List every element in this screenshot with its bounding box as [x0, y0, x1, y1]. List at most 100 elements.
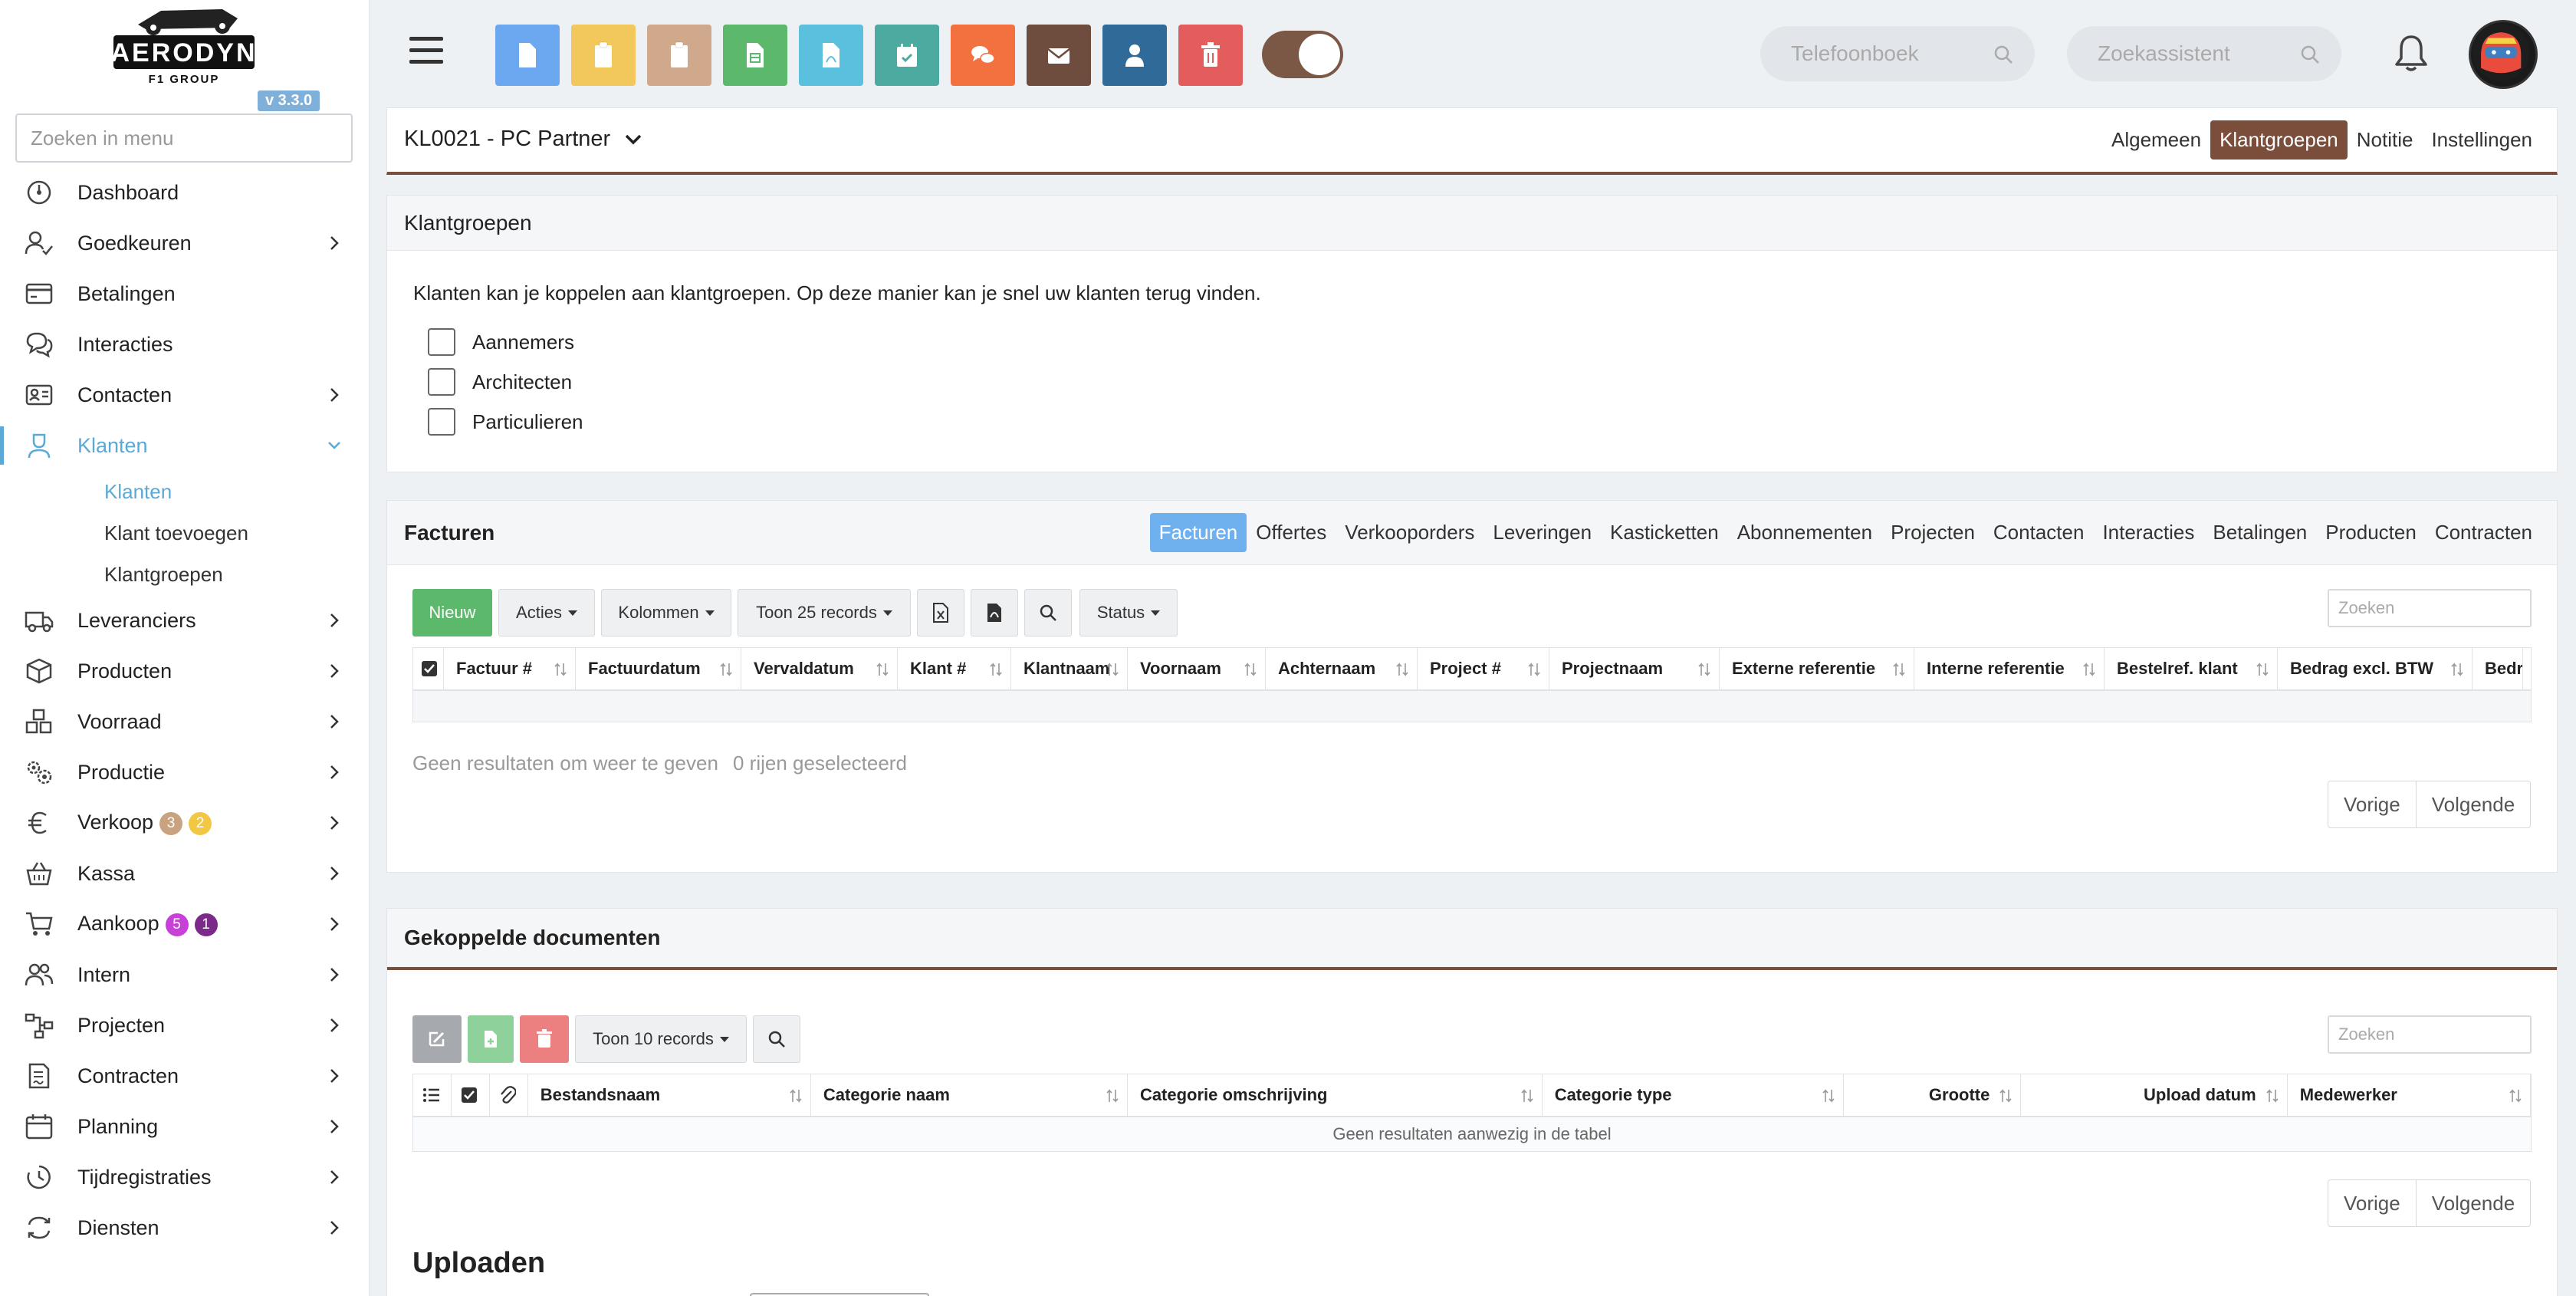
- export-pdf-button[interactable]: [971, 589, 1018, 636]
- next-page-button[interactable]: Volgende: [2417, 1180, 2530, 1226]
- sidebar-item-projecten[interactable]: Projecten: [0, 1000, 370, 1051]
- sort-icon[interactable]: [719, 662, 733, 677]
- column-header[interactable]: Vervaldatum: [741, 648, 898, 689]
- sort-icon[interactable]: [876, 662, 889, 677]
- group-option-architecten[interactable]: Architecten: [428, 368, 572, 396]
- column-header[interactable]: Projectnaam: [1549, 648, 1720, 689]
- prev-page-button[interactable]: Vorige: [2328, 781, 2417, 827]
- sidebar-item-tijdregistraties[interactable]: Tijdregistraties: [0, 1152, 370, 1202]
- clipboard-yellow-button[interactable]: [571, 25, 636, 86]
- column-header[interactable]: Categorie type: [1543, 1074, 1844, 1116]
- column-header[interactable]: Klantnaam: [1011, 648, 1128, 689]
- tab-verkooporders[interactable]: Verkooporders: [1336, 513, 1484, 552]
- table-search-button[interactable]: [1024, 589, 1072, 636]
- sort-icon[interactable]: [554, 662, 567, 677]
- column-header[interactable]: Factuurdatum: [576, 648, 741, 689]
- export-excel-button[interactable]: [917, 589, 964, 636]
- column-header[interactable]: Project #: [1418, 648, 1549, 689]
- sort-icon[interactable]: [2082, 662, 2096, 677]
- sidebar-item-interacties[interactable]: Interacties: [0, 319, 370, 370]
- customer-title[interactable]: KL0021 - PC Partner: [404, 127, 642, 152]
- select-all-checkbox[interactable]: [413, 648, 444, 689]
- group-checkbox[interactable]: [428, 408, 455, 436]
- column-header[interactable]: Categorie omschrijving: [1128, 1074, 1543, 1116]
- sort-icon[interactable]: [1697, 662, 1711, 677]
- facturen-search-input[interactable]: Zoeken: [2328, 589, 2532, 627]
- tab-contacten[interactable]: Contacten: [1984, 513, 2094, 552]
- documenten-search-input[interactable]: Zoeken: [2328, 1015, 2532, 1054]
- tab-abonnementen[interactable]: Abonnementen: [1728, 513, 1881, 552]
- column-header[interactable]: Externe referentie: [1720, 648, 1914, 689]
- column-header[interactable]: Bedr: [2472, 648, 2523, 689]
- next-page-button[interactable]: Volgende: [2417, 781, 2530, 827]
- column-header[interactable]: Klant #: [898, 648, 1011, 689]
- aerodyn-logo[interactable]: AERODYN F1 GROUP: [107, 2, 261, 87]
- tab-klantgroepen[interactable]: Klantgroepen: [2210, 120, 2348, 160]
- delete-document-button[interactable]: [520, 1015, 569, 1063]
- sidebar-subitem-klanten[interactable]: Klanten: [0, 471, 370, 512]
- sort-icon[interactable]: [2450, 662, 2464, 677]
- tab-interacties[interactable]: Interacties: [2093, 513, 2203, 552]
- tab-facturen[interactable]: Facturen: [1149, 513, 1247, 552]
- sidebar-subitem-klant-toevoegen[interactable]: Klant toevoegen: [0, 512, 370, 554]
- upload-dropzone[interactable]: [750, 1293, 929, 1296]
- show-records-dropdown[interactable]: Toon 25 records: [738, 589, 911, 636]
- sidebar-subitem-klantgroepen[interactable]: Klantgroepen: [0, 554, 370, 595]
- column-header[interactable]: Bestelref. klant: [2104, 648, 2278, 689]
- phonebook-search[interactable]: Telefoonboek: [1760, 26, 2035, 81]
- sidebar-item-diensten[interactable]: Diensten: [0, 1202, 370, 1253]
- documents-search-button[interactable]: [753, 1015, 800, 1063]
- sort-icon[interactable]: [2266, 1088, 2279, 1104]
- chevron-down-icon[interactable]: [624, 133, 642, 146]
- sidebar-item-planning[interactable]: Planning: [0, 1101, 370, 1152]
- columns-dropdown[interactable]: Kolommen: [601, 589, 731, 636]
- new-invoice-button[interactable]: Nieuw: [412, 589, 492, 636]
- hamburger-menu-icon[interactable]: [409, 37, 443, 67]
- column-header[interactable]: Medewerker: [2288, 1074, 2531, 1116]
- edit-document-button[interactable]: [412, 1015, 462, 1063]
- column-header[interactable]: Achternaam: [1266, 648, 1418, 689]
- sort-icon[interactable]: [1527, 662, 1541, 677]
- menu-search-input[interactable]: Zoeken in menu: [15, 113, 353, 163]
- tab-leveringen[interactable]: Leveringen: [1484, 513, 1601, 552]
- paperclip-icon[interactable]: [490, 1074, 528, 1116]
- sidebar-item-goedkeuren[interactable]: Goedkeuren: [0, 218, 370, 268]
- tab-contracten[interactable]: Contracten: [2426, 513, 2542, 552]
- tab-kasticketten[interactable]: Kasticketten: [1601, 513, 1728, 552]
- select-all-checkbox[interactable]: [452, 1074, 490, 1116]
- sidebar-item-contracten[interactable]: Contracten: [0, 1051, 370, 1101]
- spreadsheet-button[interactable]: [723, 25, 787, 86]
- sort-icon[interactable]: [1106, 662, 1119, 677]
- column-toggle-icon[interactable]: [413, 1074, 452, 1116]
- tab-instellingen[interactable]: Instellingen: [2422, 120, 2542, 160]
- sort-icon[interactable]: [1395, 662, 1409, 677]
- new-document-button[interactable]: [495, 25, 560, 86]
- column-header[interactable]: Factuur #: [444, 648, 576, 689]
- status-dropdown[interactable]: Status: [1079, 589, 1178, 636]
- group-option-particulieren[interactable]: Particulieren: [428, 408, 583, 436]
- sort-icon[interactable]: [789, 1088, 803, 1104]
- sidebar-item-kassa[interactable]: Kassa: [0, 848, 370, 899]
- chat-button[interactable]: [951, 25, 1015, 86]
- assistant-search[interactable]: Zoekassistent: [2067, 26, 2341, 81]
- sort-icon[interactable]: [2256, 662, 2269, 677]
- sort-icon[interactable]: [1244, 662, 1257, 677]
- sort-icon[interactable]: [1520, 1088, 1534, 1104]
- prev-page-button[interactable]: Vorige: [2328, 1180, 2417, 1226]
- sort-icon[interactable]: [1106, 1088, 1119, 1104]
- group-option-aannemers[interactable]: Aannemers: [428, 328, 574, 356]
- tab-projecten[interactable]: Projecten: [1881, 513, 1984, 552]
- tab-notitie[interactable]: Notitie: [2348, 120, 2423, 160]
- column-header[interactable]: Upload datum: [2021, 1074, 2288, 1116]
- sidebar-item-klanten[interactable]: Klanten: [0, 420, 370, 471]
- sidebar-item-betalingen[interactable]: Betalingen: [0, 268, 370, 319]
- sort-icon[interactable]: [989, 662, 1003, 677]
- sidebar-item-dashboard[interactable]: Dashboard: [0, 167, 370, 218]
- mail-button[interactable]: [1027, 25, 1091, 86]
- tab-betalingen[interactable]: Betalingen: [2203, 513, 2316, 552]
- sort-icon[interactable]: [1892, 662, 1906, 677]
- sidebar-item-verkoop[interactable]: Verkoop 3 2: [0, 798, 370, 848]
- sidebar-item-leveranciers[interactable]: Leveranciers: [0, 595, 370, 646]
- delete-button[interactable]: [1178, 25, 1243, 86]
- tab-producten[interactable]: Producten: [2316, 513, 2426, 552]
